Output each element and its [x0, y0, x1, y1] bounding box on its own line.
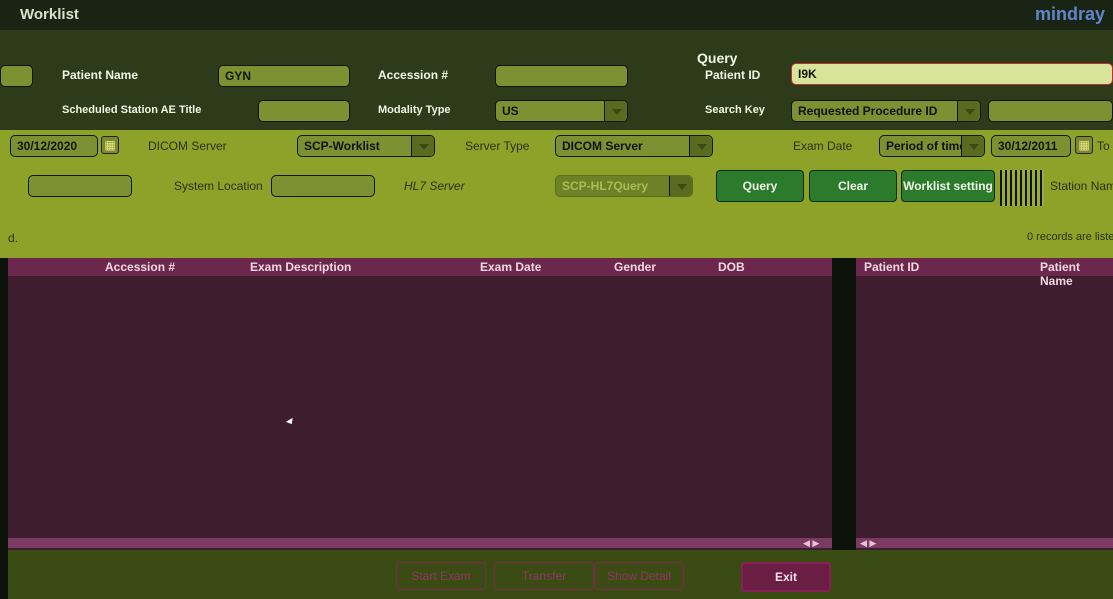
- records-status: 0 records are listed: [1027, 231, 1113, 243]
- modality-type-value: US: [502, 104, 519, 118]
- chevron-down-icon: [957, 101, 980, 121]
- patient-table[interactable]: Patient ID Patient Name ◀ ▶: [856, 258, 1113, 550]
- hl7-server-select[interactable]: SCP-HL7Query: [555, 175, 693, 197]
- patient-id-field[interactable]: I9K: [791, 63, 1113, 85]
- footer-bar: Start Exam Transfer Show Detail Exit: [8, 550, 1113, 599]
- to-label: To: [1097, 139, 1110, 153]
- exit-button[interactable]: Exit: [741, 562, 831, 592]
- start-date-field[interactable]: 30/12/2020: [10, 135, 98, 157]
- col-patient-name[interactable]: Patient Name: [1040, 260, 1113, 288]
- query-mid-band: 30/12/2020 ▦ DICOM Server SCP-Worklist S…: [0, 130, 1113, 258]
- station-field-left[interactable]: [28, 175, 132, 197]
- query-section-title: Query: [697, 50, 738, 66]
- clear-button[interactable]: Clear: [809, 170, 897, 202]
- query-button[interactable]: Query: [716, 170, 804, 202]
- clipped-status-text: d.: [8, 231, 19, 245]
- transfer-button[interactable]: Transfer: [494, 562, 594, 590]
- scroll-arrows-icon[interactable]: ◀ ▶: [860, 538, 876, 549]
- modality-type-label: Modality Type: [378, 104, 451, 116]
- chevron-down-icon: [411, 136, 434, 156]
- end-date-field[interactable]: 30/12/2011: [991, 135, 1071, 157]
- hl7-server-value: SCP-HL7Query: [562, 179, 649, 193]
- col-exam-date[interactable]: Exam Date: [480, 260, 541, 274]
- calendar-icon[interactable]: ▦: [1075, 136, 1093, 154]
- left-clipped-field[interactable]: [0, 65, 33, 87]
- accession-label: Accession #: [378, 68, 449, 82]
- server-type-label: Server Type: [465, 139, 530, 153]
- title-bar: Worklist mindray: [0, 0, 1113, 30]
- dicom-server-label: DICOM Server: [148, 139, 227, 153]
- show-detail-button[interactable]: Show Detail: [594, 562, 684, 590]
- col-exam-description[interactable]: Exam Description: [250, 260, 351, 274]
- scheduled-station-label: Scheduled Station AE Title: [62, 104, 202, 116]
- col-accession[interactable]: Accession #: [105, 260, 175, 274]
- search-key-label: Search Key: [705, 104, 765, 116]
- period-value: Period of time: [886, 139, 967, 153]
- scroll-arrows-icon[interactable]: ◀ ▶: [803, 538, 819, 549]
- horizontal-scrollbar[interactable]: [856, 538, 1113, 548]
- worklist-table[interactable]: Accession # Exam Description Exam Date G…: [8, 258, 832, 550]
- patient-name-field[interactable]: GYN: [218, 65, 350, 87]
- mouse-cursor-icon: [285, 417, 296, 427]
- table-header: Accession # Exam Description Exam Date G…: [8, 258, 832, 276]
- server-type-value: DICOM Server: [562, 139, 643, 153]
- dicom-server-select[interactable]: SCP-Worklist: [297, 135, 435, 157]
- start-exam-button[interactable]: Start Exam: [396, 562, 486, 590]
- dicom-server-value: SCP-Worklist: [304, 139, 380, 153]
- station-name-label: Station Name: [1050, 179, 1113, 193]
- brand-logo: mindray: [1034, 4, 1105, 24]
- modality-type-select[interactable]: US: [495, 100, 628, 122]
- accession-field[interactable]: [495, 65, 628, 87]
- chevron-down-icon: [669, 176, 692, 196]
- col-patient-id[interactable]: Patient ID: [864, 260, 919, 274]
- requested-procedure-value: Requested Procedure ID: [798, 104, 938, 118]
- scheduled-station-field[interactable]: [258, 100, 350, 122]
- chevron-down-icon: [961, 136, 984, 156]
- system-location-field[interactable]: [271, 175, 375, 197]
- system-location-label: System Location: [174, 179, 263, 193]
- chevron-down-icon: [689, 136, 712, 156]
- worklist-setting-button[interactable]: Worklist setting: [901, 170, 995, 202]
- patient-id-label: Patient ID: [705, 68, 761, 82]
- query-top-band: Patient Name GYN Accession # Query Patie…: [0, 30, 1113, 130]
- period-select[interactable]: Period of time: [879, 135, 985, 157]
- horizontal-scrollbar[interactable]: [8, 538, 832, 548]
- calendar-icon[interactable]: ▦: [101, 136, 119, 154]
- window-title: Worklist: [20, 6, 79, 23]
- exam-date-label: Exam Date: [793, 139, 853, 153]
- hl7-server-label: HL7 Server: [404, 179, 465, 193]
- col-dob[interactable]: DOB: [718, 260, 745, 274]
- search-key-field[interactable]: [988, 100, 1113, 122]
- patient-table-header: Patient ID Patient Name: [856, 258, 1113, 288]
- col-gender[interactable]: Gender: [614, 260, 656, 274]
- server-type-select[interactable]: DICOM Server: [555, 135, 713, 157]
- search-key-select[interactable]: Requested Procedure ID: [791, 100, 981, 122]
- patient-name-label: Patient Name: [62, 68, 139, 82]
- barcode-icon: [1000, 170, 1044, 206]
- chevron-down-icon: [604, 101, 627, 121]
